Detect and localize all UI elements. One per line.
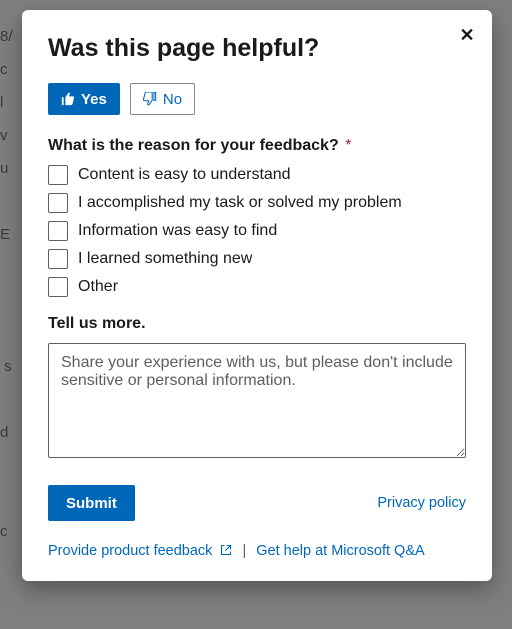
vote-row: Yes No xyxy=(48,83,466,115)
option-row[interactable]: Other xyxy=(48,277,466,297)
yes-label: Yes xyxy=(81,91,107,108)
submit-button[interactable]: Submit xyxy=(48,485,135,521)
feedback-textarea[interactable] xyxy=(48,343,466,458)
option-label: Information was easy to find xyxy=(78,222,277,240)
yes-button[interactable]: Yes xyxy=(48,83,120,115)
required-marker: * xyxy=(345,137,351,154)
checkbox[interactable] xyxy=(48,277,68,297)
option-label: Content is easy to understand xyxy=(78,166,291,184)
separator: | xyxy=(242,543,246,559)
options-group: Content is easy to understand I accompli… xyxy=(48,165,466,297)
thumbs-up-icon xyxy=(61,92,75,106)
qa-link[interactable]: Get help at Microsoft Q&A xyxy=(256,543,424,559)
feedback-dialog: ✕ Was this page helpful? Yes No What is … xyxy=(22,10,492,581)
option-row[interactable]: I learned something new xyxy=(48,249,466,269)
footer-links: Provide product feedback | Get help at M… xyxy=(48,543,466,559)
close-icon: ✕ xyxy=(459,25,474,46)
thumbs-down-icon xyxy=(143,92,157,106)
checkbox[interactable] xyxy=(48,193,68,213)
option-row[interactable]: Content is easy to understand xyxy=(48,165,466,185)
checkbox[interactable] xyxy=(48,221,68,241)
close-button[interactable]: ✕ xyxy=(456,24,478,46)
option-label: I accomplished my task or solved my prob… xyxy=(78,194,402,212)
action-row: Submit Privacy policy xyxy=(48,485,466,521)
external-link-icon xyxy=(220,544,232,556)
option-label: Other xyxy=(78,278,118,296)
reason-question: What is the reason for your feedback? * xyxy=(48,137,466,155)
option-label: I learned something new xyxy=(78,250,252,268)
option-row[interactable]: Information was easy to find xyxy=(48,221,466,241)
reason-question-text: What is the reason for your feedback? xyxy=(48,137,339,154)
checkbox[interactable] xyxy=(48,249,68,269)
product-feedback-link[interactable]: Provide product feedback xyxy=(48,543,232,559)
dialog-title: Was this page helpful? xyxy=(48,34,466,63)
option-row[interactable]: I accomplished my task or solved my prob… xyxy=(48,193,466,213)
checkbox[interactable] xyxy=(48,165,68,185)
tell-us-label: Tell us more. xyxy=(48,315,466,333)
product-feedback-label: Provide product feedback xyxy=(48,543,212,559)
no-label: No xyxy=(163,91,182,108)
no-button[interactable]: No xyxy=(130,83,195,115)
privacy-link[interactable]: Privacy policy xyxy=(377,495,466,511)
